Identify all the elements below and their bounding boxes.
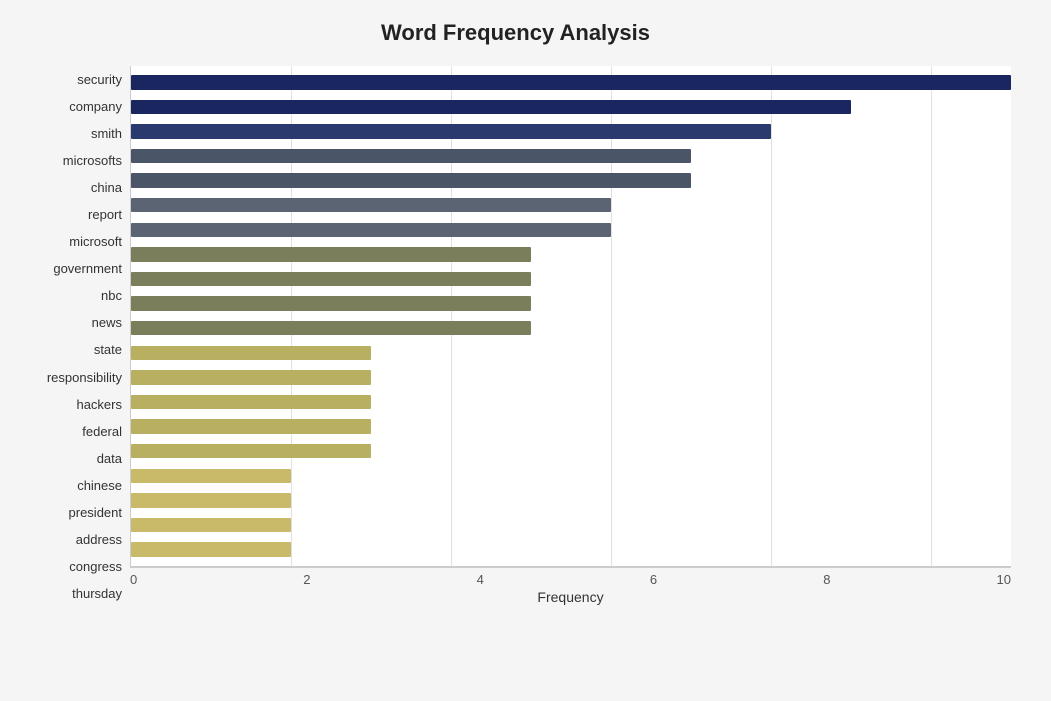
x-axis-label: Frequency	[130, 589, 1011, 605]
bar-row	[131, 513, 1011, 538]
y-label: government	[53, 262, 122, 275]
bar	[131, 296, 531, 310]
bar-row	[131, 537, 1011, 562]
bar-row	[131, 144, 1011, 169]
bar	[131, 346, 371, 360]
bar-row	[131, 341, 1011, 366]
y-label: data	[97, 452, 122, 465]
chart-container: Word Frequency Analysis securitycompanys…	[0, 0, 1051, 701]
x-tick: 2	[303, 572, 310, 587]
bar-row	[131, 414, 1011, 439]
bar-row	[131, 390, 1011, 415]
bar	[131, 419, 371, 433]
bar	[131, 173, 691, 187]
y-label: congress	[69, 560, 122, 573]
y-label: microsoft	[69, 235, 122, 248]
chart-area: security company smith microsofts china repor…	[20, 66, 1011, 607]
y-labels: security company smith microsofts china repor…	[20, 66, 130, 607]
bar-row	[131, 168, 1011, 193]
x-tick: 8	[823, 572, 830, 587]
bar-row	[131, 464, 1011, 489]
y-label: chinese	[77, 479, 122, 492]
bar	[131, 493, 291, 507]
x-tick: 10	[996, 572, 1010, 587]
y-label: report	[88, 208, 122, 221]
y-label: thursday	[72, 587, 122, 600]
x-ticks: 0 2 4 6 8 10	[130, 568, 1011, 587]
bar-row	[131, 193, 1011, 218]
bar	[131, 272, 531, 286]
bar-row	[131, 242, 1011, 267]
y-label: company	[69, 100, 122, 113]
bar-row	[131, 70, 1011, 95]
y-label: china	[91, 181, 122, 194]
bar	[131, 149, 691, 163]
bar	[131, 124, 771, 138]
bar-row	[131, 218, 1011, 243]
bar-row	[131, 95, 1011, 120]
bar	[131, 370, 371, 384]
bar-row	[131, 316, 1011, 341]
y-label: microsofts	[63, 154, 122, 167]
bar-row	[131, 291, 1011, 316]
bar	[131, 223, 611, 237]
bar	[131, 75, 1011, 89]
y-label: federal	[82, 425, 122, 438]
y-label: state	[94, 343, 122, 356]
y-label: hackers	[76, 398, 122, 411]
bar-row	[131, 488, 1011, 513]
bar	[131, 247, 531, 261]
bar	[131, 469, 291, 483]
x-tick: 0	[130, 572, 137, 587]
y-label: address	[76, 533, 122, 546]
bar-row	[131, 119, 1011, 144]
chart-title: Word Frequency Analysis	[20, 20, 1011, 46]
y-label: news	[92, 316, 122, 329]
y-label: smith	[91, 127, 122, 140]
bar-row	[131, 365, 1011, 390]
bar	[131, 321, 531, 335]
x-tick: 6	[650, 572, 657, 587]
x-tick: 4	[477, 572, 484, 587]
bar	[131, 444, 371, 458]
y-label: president	[69, 506, 122, 519]
bar	[131, 100, 851, 114]
bar	[131, 395, 371, 409]
bar-row	[131, 267, 1011, 292]
bar-row	[131, 439, 1011, 464]
y-label: security	[77, 73, 122, 86]
y-label: responsibility	[47, 371, 122, 384]
y-label: nbc	[101, 289, 122, 302]
bar	[131, 542, 291, 556]
bar	[131, 518, 291, 532]
bars-and-xaxis: 0 2 4 6 8 10 Frequency	[130, 66, 1011, 607]
bars-inner	[131, 66, 1011, 566]
bar	[131, 198, 611, 212]
x-axis: 0 2 4 6 8 10 Frequency	[130, 567, 1011, 607]
bars-wrapper	[130, 66, 1011, 567]
